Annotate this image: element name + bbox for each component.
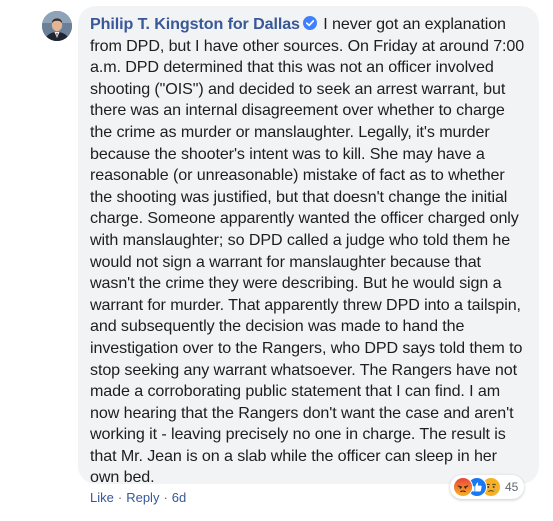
reply-button[interactable]: Reply [126,490,159,505]
avatar-image [42,11,72,41]
comment-bubble: Philip T. Kingston for Dallas I never go… [78,6,539,487]
action-separator: · [163,490,168,505]
reactions-summary[interactable]: 45 [450,475,525,499]
reaction-count: 45 [505,480,519,494]
comment-text: I never got an explanation from DPD, but… [90,15,525,487]
comment-author-name[interactable]: Philip T. Kingston for Dallas [90,15,300,33]
angry-reaction-icon [453,477,473,497]
verified-badge-icon [302,16,317,30]
comment-timestamp[interactable]: 6d [172,490,186,505]
comment-actions: Like · Reply · 6d [90,489,186,507]
action-separator: · [117,490,123,505]
like-button[interactable]: Like [90,490,114,505]
author-avatar[interactable] [42,11,72,41]
